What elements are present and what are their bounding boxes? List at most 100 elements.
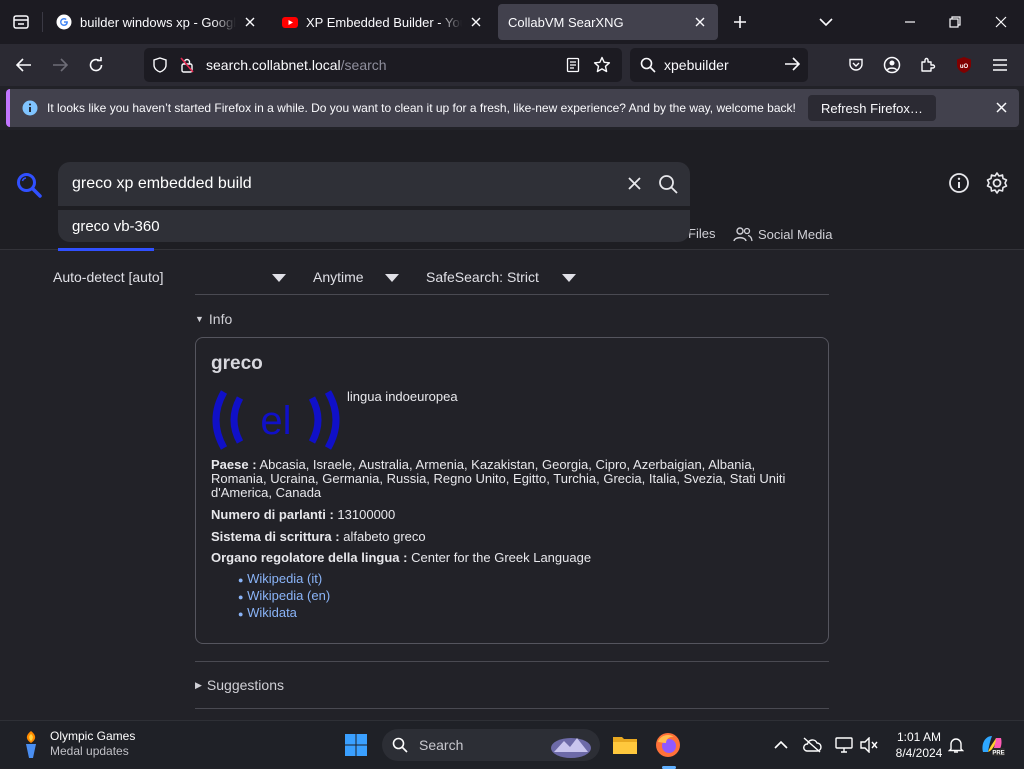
go-button[interactable] [784, 57, 800, 71]
triangle-right-icon: ▶ [195, 679, 202, 690]
autocomplete-suggestion[interactable]: greco vb-360 [58, 210, 690, 242]
minimize-button[interactable] [895, 7, 925, 37]
minimize-icon [905, 21, 915, 23]
infobox: greco el lingua indoeuropea Paese : Abca… [195, 337, 829, 644]
reload-button[interactable] [81, 50, 111, 80]
chevron-down-icon[interactable] [272, 274, 286, 282]
tab-searxng[interactable]: CollabVM SearXNG [498, 4, 718, 40]
widget-subtitle: Medal updates [50, 744, 129, 758]
chevron-down-icon[interactable] [562, 274, 576, 282]
tab-youtube[interactable]: XP Embedded Builder - YouTub [272, 4, 494, 40]
cloud-off-icon [803, 737, 822, 753]
query-input[interactable]: greco xp embedded build [58, 162, 690, 206]
suggestions-label: Suggestions [206, 677, 284, 693]
network-icon [835, 737, 853, 753]
tab-strip: builder windows xp - Google Se XP Embedd… [0, 0, 1024, 44]
list-all-tabs-button[interactable] [811, 7, 841, 37]
notification-text: It looks like you haven’t started Firefo… [47, 101, 796, 115]
category-files[interactable]: Files [688, 226, 715, 241]
gear-icon [986, 172, 1008, 194]
tab-title: XP Embedded Builder - YouTub [306, 14, 462, 30]
account-button[interactable] [877, 50, 907, 80]
close-notification-button[interactable] [996, 102, 1007, 113]
firefox-taskbar-button[interactable] [652, 729, 684, 761]
shield-icon[interactable] [152, 57, 168, 73]
url-path: /search [340, 57, 387, 73]
extensions-button[interactable] [913, 50, 943, 80]
start-button[interactable] [340, 729, 372, 761]
firefox-view-button[interactable] [6, 7, 36, 37]
link-wikipedia-en[interactable]: ● Wikipedia (en) [238, 588, 330, 605]
copilot-button[interactable]: PRE [976, 729, 1008, 761]
close-tab-button[interactable] [468, 14, 484, 30]
fact-regulator: Organo regolatore della lingua : Center … [211, 550, 592, 565]
clear-search-button[interactable] [628, 177, 641, 190]
tab-google[interactable]: builder windows xp - Google Se [46, 4, 268, 40]
bell-icon [948, 738, 964, 753]
time-range-filter[interactable]: Anytime [313, 269, 364, 285]
refresh-firefox-notification: It looks like you haven’t started Firefo… [6, 89, 1019, 127]
maximize-button[interactable] [940, 7, 970, 37]
svg-text:uO: uO [960, 64, 969, 70]
restore-icon [949, 16, 961, 28]
youtube-icon [282, 17, 298, 28]
about-button[interactable] [948, 172, 970, 194]
windows-taskbar: Olympic Games Medal updates Search 1:01 … [0, 720, 1024, 769]
widgets-button[interactable]: Olympic Games Medal updates [18, 729, 135, 759]
forward-button[interactable] [45, 50, 75, 80]
taskbar-search[interactable]: Search [382, 729, 600, 761]
info-circle-icon [949, 173, 969, 193]
plus-icon [734, 16, 746, 28]
new-tab-button[interactable] [725, 7, 755, 37]
info-toggle[interactable]: ▼ Info [195, 311, 232, 327]
chevron-down-icon[interactable] [385, 274, 399, 282]
hamburger-menu-icon [993, 59, 1007, 71]
bookmark-star-icon[interactable] [593, 56, 611, 74]
app-menu-button[interactable] [985, 50, 1015, 80]
language-filter[interactable]: Auto-detect [auto] [53, 269, 164, 285]
ublock-origin-button[interactable]: uO [949, 50, 979, 80]
close-window-button[interactable] [986, 7, 1016, 37]
browser-search-bar[interactable]: xpebuilder [630, 48, 808, 82]
close-tab-button[interactable] [242, 14, 258, 30]
search-icon [640, 57, 656, 73]
insecure-lock-icon[interactable] [180, 57, 194, 73]
widget-title: Olympic Games [50, 729, 136, 743]
tab-title: CollabVM SearXNG [508, 14, 624, 30]
search-submit-button[interactable] [658, 174, 678, 194]
puzzle-icon [921, 57, 936, 72]
arrow-right-icon [53, 58, 68, 72]
search-value: xpebuilder [664, 57, 729, 73]
reader-view-icon[interactable] [565, 57, 581, 73]
category-social-media[interactable]: Social Media [733, 226, 832, 242]
close-icon [471, 17, 481, 27]
safesearch-filter[interactable]: SafeSearch: Strict [426, 269, 539, 285]
searxng-logo-icon[interactable] [16, 172, 42, 198]
torch-icon [26, 731, 36, 758]
url-bar[interactable]: search.collabnet.local/search [144, 48, 622, 82]
arrow-right-icon [785, 57, 800, 71]
search-icon [659, 175, 678, 194]
back-button[interactable] [9, 50, 39, 80]
language-logo: el [210, 390, 342, 450]
file-explorer-button[interactable] [609, 729, 641, 761]
close-icon [245, 17, 255, 27]
category-label: Files [688, 226, 716, 241]
infobox-title: greco [211, 353, 263, 374]
link-wikipedia-it[interactable]: ● Wikipedia (it) [238, 571, 330, 588]
close-icon [628, 177, 641, 190]
pocket-button[interactable] [841, 50, 871, 80]
show-hidden-icons-button[interactable] [765, 729, 797, 761]
notifications-button[interactable] [940, 729, 972, 761]
google-icon [56, 14, 72, 30]
close-tab-button[interactable] [692, 14, 708, 30]
refresh-firefox-button[interactable]: Refresh Firefox… [808, 95, 936, 121]
taskbar-search-label: Search [419, 737, 464, 753]
preferences-button[interactable] [985, 171, 1009, 195]
link-wikidata[interactable]: ● Wikidata [238, 605, 330, 622]
url-text[interactable]: search.collabnet.local/search [206, 57, 387, 73]
onedrive-button[interactable] [796, 729, 828, 761]
suggestions-toggle[interactable]: ▶ Suggestions [195, 677, 284, 693]
volume-button[interactable] [853, 729, 885, 761]
chevron-down-icon [819, 18, 833, 27]
